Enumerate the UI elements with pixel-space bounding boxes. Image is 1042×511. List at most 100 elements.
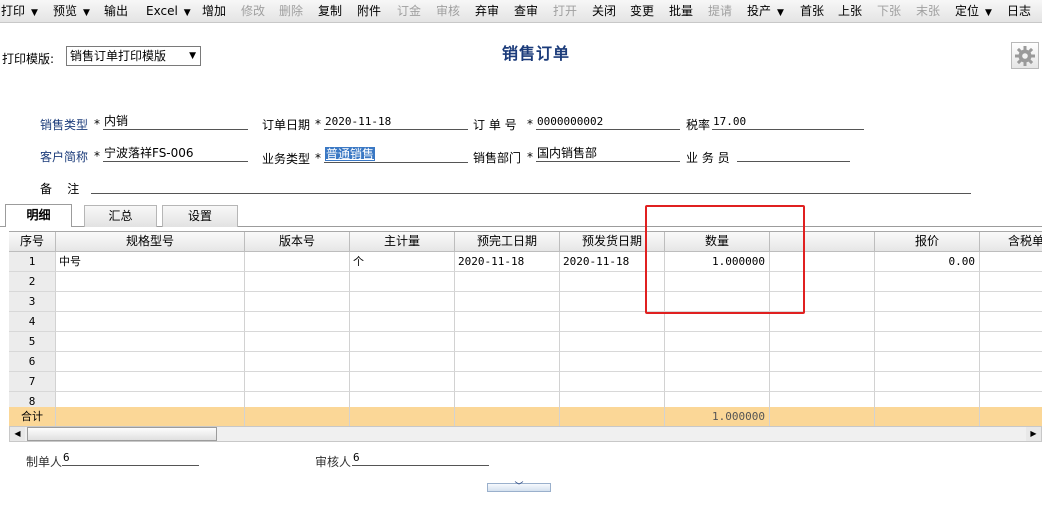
cell-col-unit[interactable]	[350, 312, 455, 332]
cell-col-version[interactable]	[245, 312, 350, 332]
customer-field[interactable]: 宁波落祥FS-006	[103, 147, 248, 162]
cell-col-version[interactable]	[245, 272, 350, 292]
cell-col-quantity[interactable]	[665, 312, 770, 332]
tab-settings[interactable]: 设置	[162, 205, 238, 227]
cell-col-quote[interactable]	[875, 292, 980, 312]
cell-col-finish-date[interactable]	[455, 292, 560, 312]
header-col-quote[interactable]: 报价	[875, 232, 980, 252]
header-col-version[interactable]: 版本号	[245, 232, 350, 252]
remark-field[interactable]	[91, 179, 971, 194]
order-no-field[interactable]: 0000000002	[536, 115, 680, 130]
template-select[interactable]: 销售订单打印模版 ▼	[66, 46, 201, 66]
tab-summary[interactable]: 汇总	[84, 205, 157, 227]
excel-button[interactable]: Excel ▼	[146, 0, 191, 22]
cell-col-spec[interactable]	[56, 372, 245, 392]
last-record-button[interactable]: 末张	[916, 0, 940, 22]
cell-col-quantity[interactable]	[665, 352, 770, 372]
tax-rate-field[interactable]: 17.00	[712, 115, 864, 130]
cell-col-finish-date[interactable]	[455, 332, 560, 352]
scrollbar-thumb[interactable]	[27, 427, 217, 441]
cell-col-blank[interactable]	[770, 332, 875, 352]
cell-col-blank[interactable]	[770, 352, 875, 372]
cell-col-quantity[interactable]	[665, 292, 770, 312]
print-button[interactable]: 打印 ▼	[1, 0, 38, 22]
cell-col-unit[interactable]	[350, 332, 455, 352]
header-col-quantity[interactable]: 数量	[665, 232, 770, 252]
cell-col-blank[interactable]	[770, 252, 875, 272]
dept-field[interactable]: 国内销售部	[536, 147, 680, 162]
chevron-down-icon[interactable]: ▼	[184, 8, 191, 18]
cell-col-spec[interactable]	[56, 352, 245, 372]
header-col-tax-price[interactable]: 含税单价	[980, 232, 1042, 252]
request-button[interactable]: 提请	[708, 0, 732, 22]
locate-button[interactable]: 定位 ▼	[955, 0, 992, 22]
cell-col-version[interactable]	[245, 332, 350, 352]
cell-col-finish-date[interactable]	[455, 312, 560, 332]
cell-col-spec[interactable]	[56, 272, 245, 292]
cell-col-quote[interactable]	[875, 352, 980, 372]
audit-button[interactable]: 审核	[436, 0, 460, 22]
cell-col-unit[interactable]	[350, 272, 455, 292]
cell-col-tax-price[interactable]	[980, 272, 1042, 292]
close-order-button[interactable]: 关闭	[592, 0, 616, 22]
cell-col-unit[interactable]	[350, 352, 455, 372]
query-audit-button[interactable]: 查审	[514, 0, 538, 22]
cell-col-ship-date[interactable]	[560, 272, 665, 292]
chevron-down-icon[interactable]: ▼	[777, 8, 784, 18]
cell-col-unit[interactable]	[350, 292, 455, 312]
cell-col-tax-price[interactable]: 0.00	[980, 252, 1042, 272]
collapse-handle[interactable]: ﹀	[487, 483, 551, 492]
cell-col-ship-date[interactable]	[560, 312, 665, 332]
cell-col-quantity[interactable]	[665, 332, 770, 352]
cell-col-spec[interactable]	[56, 332, 245, 352]
preview-button[interactable]: 预览 ▼	[53, 0, 90, 22]
settings-button[interactable]	[1011, 42, 1039, 69]
cell-col-quote[interactable]	[875, 272, 980, 292]
chevron-down-icon[interactable]: ▼	[985, 8, 992, 18]
open-button[interactable]: 打开	[553, 0, 577, 22]
change-button[interactable]: 变更	[630, 0, 654, 22]
cell-col-spec[interactable]	[56, 312, 245, 332]
chevron-down-icon[interactable]: ▼	[189, 47, 196, 65]
header-col-unit[interactable]: 主计量	[350, 232, 455, 252]
header-col-seq[interactable]: 序号	[9, 232, 56, 252]
add-button[interactable]: 增加	[202, 0, 226, 22]
cell-col-quote[interactable]	[875, 372, 980, 392]
cell-col-ship-date[interactable]	[560, 332, 665, 352]
cell-col-unit[interactable]	[350, 372, 455, 392]
log-button[interactable]: 日志	[1007, 0, 1031, 22]
cell-col-quote[interactable]	[875, 312, 980, 332]
cell-col-finish-date[interactable]	[455, 352, 560, 372]
cell-col-spec[interactable]: 中号	[56, 252, 245, 272]
prev-record-button[interactable]: 上张	[838, 0, 862, 22]
cell-col-quantity[interactable]	[665, 372, 770, 392]
header-col-finish-date[interactable]: 预完工日期	[455, 232, 560, 252]
sales-type-field[interactable]: 内销	[103, 115, 248, 130]
produce-button[interactable]: 投产 ▼	[747, 0, 784, 22]
header-col-blank[interactable]	[770, 232, 875, 252]
cell-col-version[interactable]	[245, 352, 350, 372]
copy-button[interactable]: 复制	[318, 0, 342, 22]
cell-col-ship-date[interactable]	[560, 372, 665, 392]
cell-col-tax-price[interactable]	[980, 292, 1042, 312]
modify-button[interactable]: 修改	[241, 0, 265, 22]
cell-col-unit[interactable]: 个	[350, 252, 455, 272]
tab-detail[interactable]: 明细	[5, 204, 72, 227]
cell-col-finish-date[interactable]	[455, 372, 560, 392]
cell-col-tax-price[interactable]	[980, 332, 1042, 352]
biz-type-field[interactable]: 普通销售	[324, 147, 468, 163]
cell-col-quote[interactable]: 0.00	[875, 252, 980, 272]
export-button[interactable]: 输出	[104, 0, 128, 22]
chevron-down-icon[interactable]: ▼	[83, 8, 90, 18]
cell-col-tax-price[interactable]	[980, 352, 1042, 372]
abandon-audit-button[interactable]: 弃审	[475, 0, 499, 22]
cell-col-blank[interactable]	[770, 372, 875, 392]
header-col-ship-date[interactable]: 预发货日期	[560, 232, 665, 252]
scroll-left-icon[interactable]: ◀	[10, 427, 25, 441]
cell-col-quote[interactable]	[875, 332, 980, 352]
chevron-down-icon[interactable]: ▼	[31, 8, 38, 18]
cell-col-ship-date[interactable]: 2020-11-18	[560, 252, 665, 272]
order-date-field[interactable]: 2020-11-18	[324, 115, 468, 130]
deposit-button[interactable]: 订金	[397, 0, 421, 22]
cell-col-tax-price[interactable]	[980, 372, 1042, 392]
